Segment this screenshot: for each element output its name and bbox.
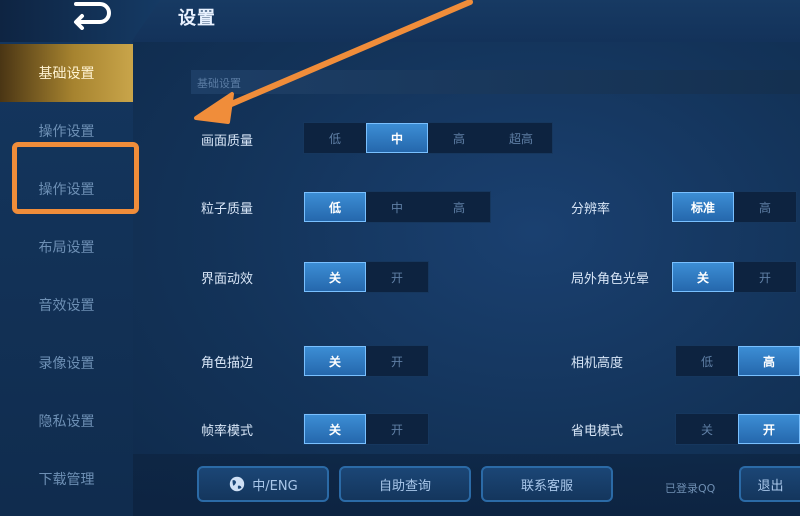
resolution-selector: 标准 高 <box>671 191 797 223</box>
picture-quality-high[interactable]: 高 <box>428 123 490 153</box>
particle-quality-low[interactable]: 低 <box>304 192 366 222</box>
sidebar-item-privacy[interactable]: 隐私设置 <box>0 392 133 450</box>
resolution-high[interactable]: 高 <box>734 192 796 222</box>
outline-on[interactable]: 开 <box>734 262 796 292</box>
sidebar: 基础设置 操作设置 操作设置 布局设置 音效设置 录像设置 隐私设置 下载管理 <box>0 42 133 516</box>
globe-icon <box>230 476 245 492</box>
outline-label: 局外角色光晕 <box>571 272 650 287</box>
bottom-bar: 中/ENG 自助查询 联系客服 已登录QQ 退出 <box>133 454 800 516</box>
back-arrow-icon <box>74 1 111 30</box>
sidebar-item-layout[interactable]: 布局设置 <box>0 218 133 276</box>
self-service-button[interactable]: 自助查询 <box>339 466 471 502</box>
top-bar: 设置 <box>0 0 800 42</box>
picture-quality-ultra[interactable]: 超高 <box>490 123 552 153</box>
sidebar-item-replay[interactable]: 录像设置 <box>0 334 133 392</box>
particle-quality-high[interactable]: 高 <box>428 192 490 222</box>
sidebar-item-operation[interactable]: 操作设置 <box>0 160 133 218</box>
power-mode-on[interactable]: 开 <box>738 414 800 444</box>
camera-height-low[interactable]: 低 <box>676 346 738 376</box>
hero-stroke-label: 角色描边 <box>201 356 254 371</box>
logout-button[interactable]: 退出 <box>739 466 800 502</box>
sidebar-item-download[interactable]: 下载管理 <box>0 450 133 508</box>
qq-login-status: 已登录QQ <box>665 482 716 495</box>
section-title: 基础设置 <box>191 70 800 94</box>
picture-quality-selector: 低 中 高 超高 <box>303 122 553 154</box>
picture-quality-low[interactable]: 低 <box>304 123 366 153</box>
picture-quality-label: 画面质量 <box>201 134 254 149</box>
outline-off[interactable]: 关 <box>672 262 734 292</box>
contact-support-button[interactable]: 联系客服 <box>481 466 613 502</box>
hero-stroke-toggle: 关 开 <box>303 345 429 377</box>
frame-mode-off[interactable]: 关 <box>304 414 366 444</box>
power-mode-label: 省电模式 <box>571 424 624 439</box>
hero-stroke-on[interactable]: 开 <box>366 346 428 376</box>
power-mode-toggle: 关 开 <box>675 413 800 445</box>
ui-animation-off[interactable]: 关 <box>304 262 366 292</box>
back-button[interactable] <box>0 0 160 42</box>
ui-animation-on[interactable]: 开 <box>366 262 428 292</box>
page-title: 设置 <box>178 8 216 29</box>
settings-panel: 基础设置 画面质量 低 中 高 超高 粒子质量 低 中 高 分辨率 标准 高 界… <box>133 42 800 516</box>
sidebar-item-2[interactable]: 操作设置 <box>0 102 133 160</box>
hero-stroke-off[interactable]: 关 <box>304 346 366 376</box>
particle-quality-selector: 低 中 高 <box>303 191 491 223</box>
sidebar-item-basic[interactable]: 基础设置 <box>0 44 133 102</box>
frame-mode-on[interactable]: 开 <box>366 414 428 444</box>
particle-quality-label: 粒子质量 <box>201 202 254 217</box>
language-button-label: 中/ENG <box>252 478 298 494</box>
frame-mode-toggle: 关 开 <box>303 413 429 445</box>
language-button[interactable]: 中/ENG <box>197 466 329 502</box>
camera-height-high[interactable]: 高 <box>738 346 800 376</box>
picture-quality-mid[interactable]: 中 <box>366 123 428 153</box>
ui-animation-label: 界面动效 <box>201 272 254 287</box>
camera-height-selector: 低 高 <box>675 345 800 377</box>
particle-quality-mid[interactable]: 中 <box>366 192 428 222</box>
ui-animation-toggle: 关 开 <box>303 261 429 293</box>
resolution-standard[interactable]: 标准 <box>672 192 734 222</box>
sidebar-item-sound[interactable]: 音效设置 <box>0 276 133 334</box>
resolution-label: 分辨率 <box>571 202 611 217</box>
outline-toggle: 关 开 <box>671 261 797 293</box>
frame-mode-label: 帧率模式 <box>201 424 254 439</box>
power-mode-off[interactable]: 关 <box>676 414 738 444</box>
camera-height-label: 相机高度 <box>571 356 624 371</box>
